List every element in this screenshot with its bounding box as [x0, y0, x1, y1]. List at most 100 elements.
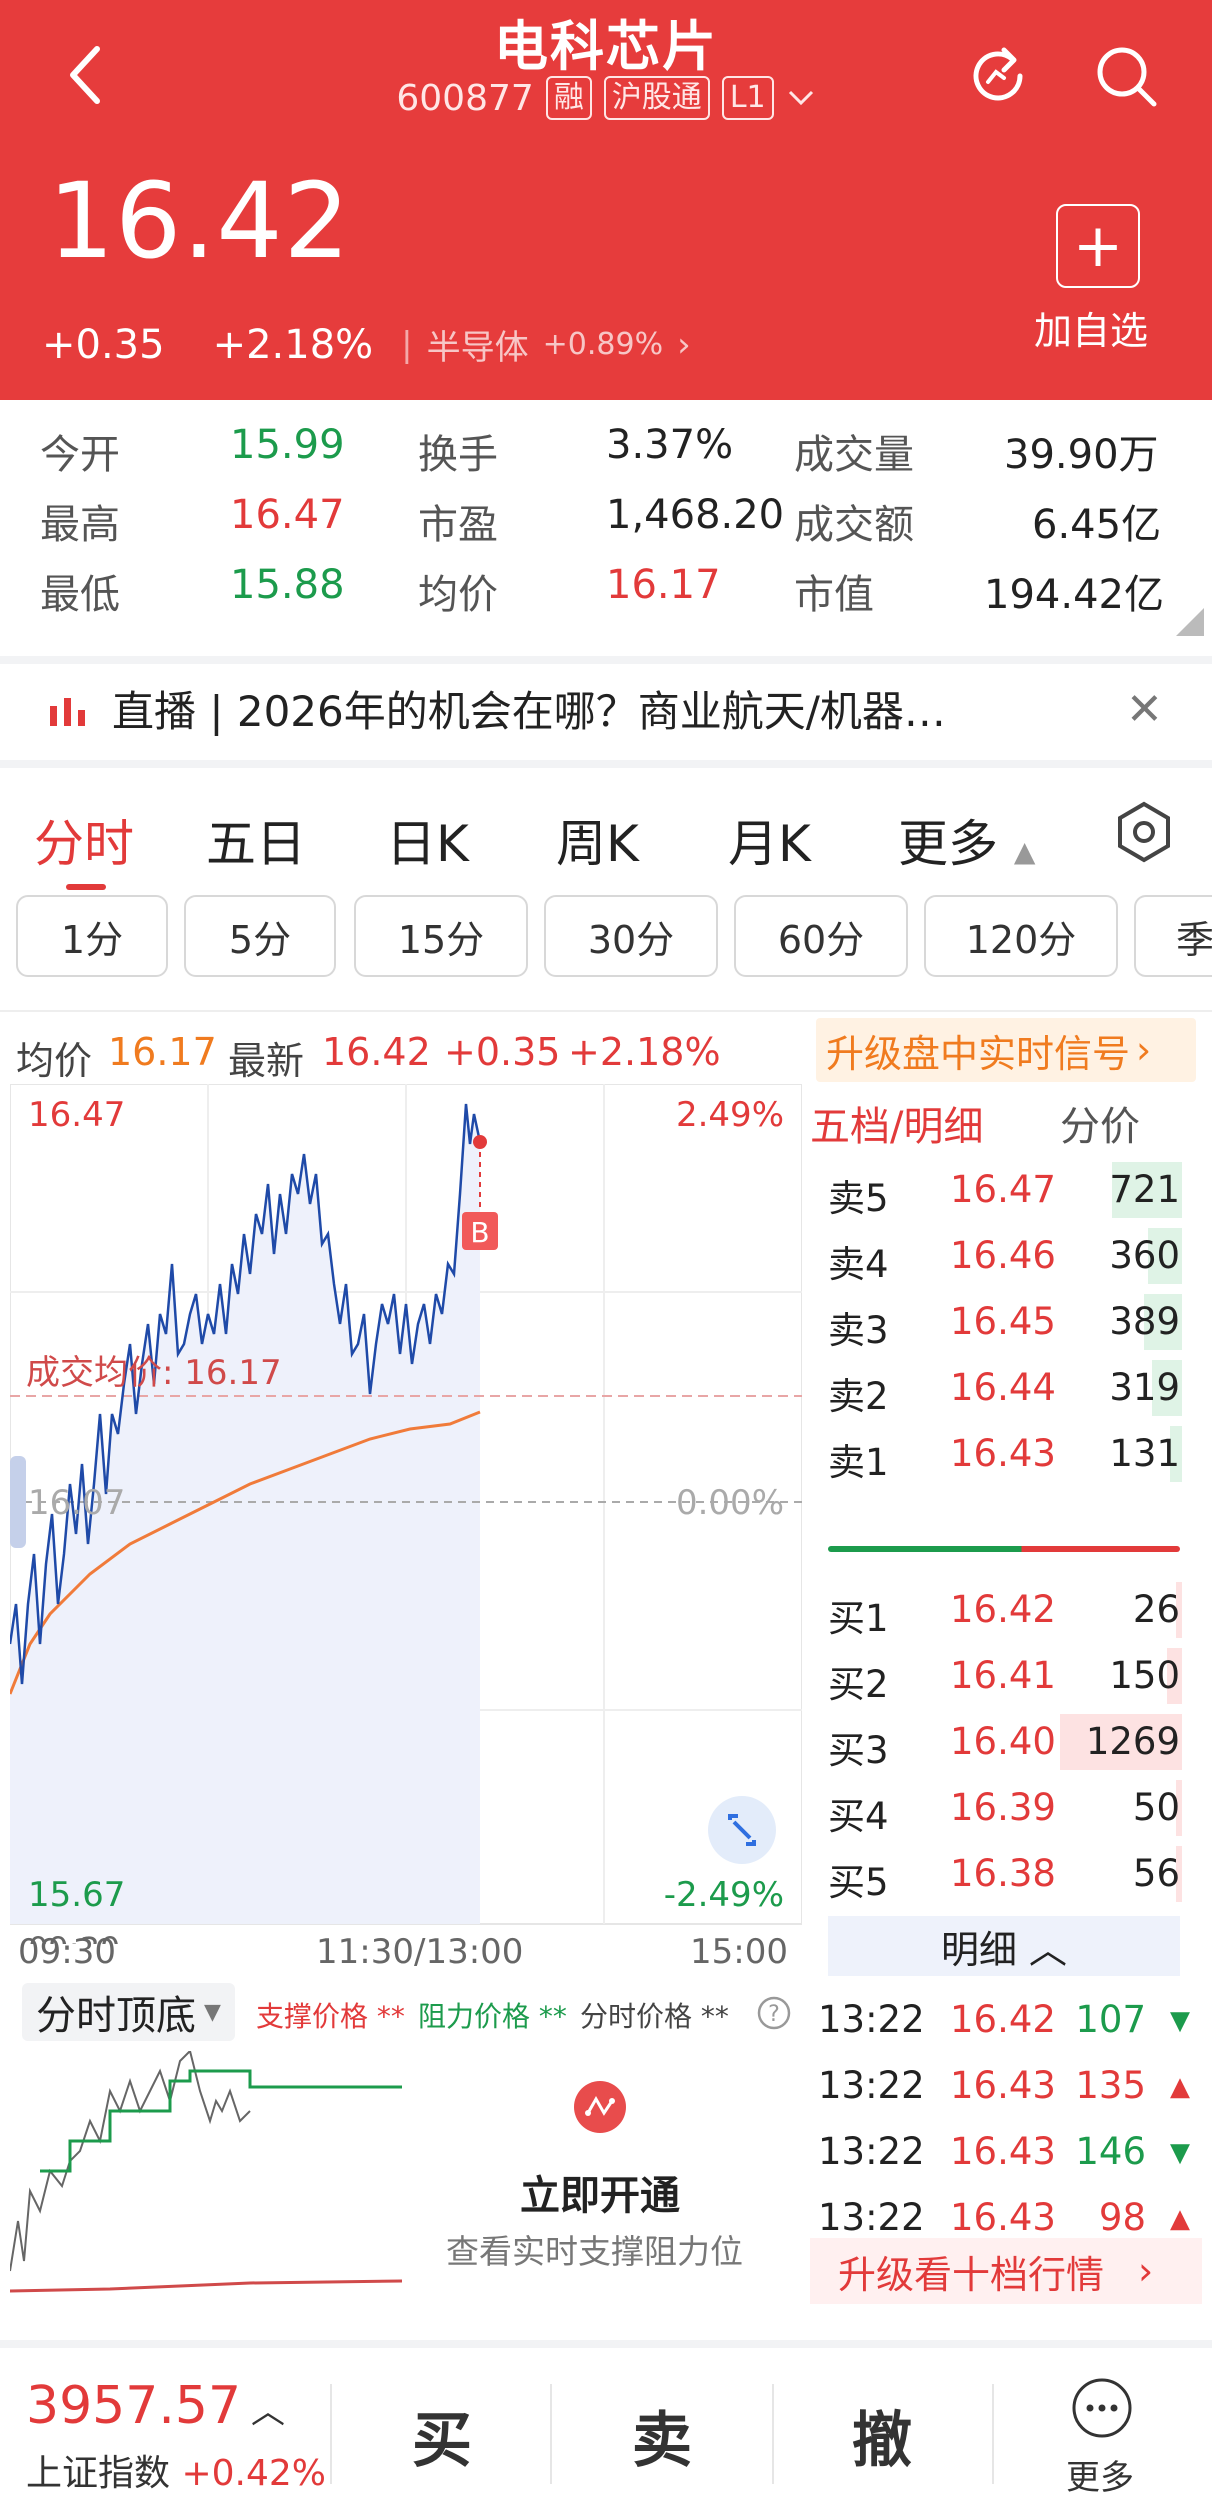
drag-handle [10, 1456, 26, 1548]
order-label: 卖4 [828, 1243, 889, 1286]
avg-line-label: 成交均价: 16.17 [26, 1353, 282, 1393]
arrow-up-icon: ▲ [1170, 2072, 1190, 2102]
period-15min[interactable]: 15分 [354, 895, 528, 977]
buy-button[interactable]: 买 [412, 2392, 472, 2479]
stat-label: 最高 [40, 502, 120, 548]
tick-price: 16.42 [950, 1998, 1056, 2041]
stock-code: 600877 [396, 77, 534, 119]
period-1min[interactable]: 1分 [16, 895, 168, 977]
tab-more[interactable]: 更多 ▲ [898, 804, 1035, 876]
order-qty: 50 [1132, 1786, 1180, 1829]
latest-change: +0.35 [444, 1030, 561, 1074]
bid-row[interactable]: 买3 16.40 1269 [810, 1712, 1190, 1772]
tick-time: 13:22 [818, 2196, 925, 2239]
indicator-select[interactable]: 分时顶底 ▼ [22, 1983, 235, 2041]
order-label: 卖3 [828, 1309, 889, 1352]
stat-label: 今开 [40, 432, 120, 478]
bid-row[interactable]: 买5 16.38 56 [810, 1844, 1190, 1904]
tick-row: 13:22 16.43 135 ▲ [810, 2056, 1190, 2116]
close-icon[interactable]: ✕ [1126, 684, 1163, 735]
chevron-down-icon[interactable] [786, 88, 816, 108]
latest-value: 16.42 [322, 1030, 431, 1074]
stat-value: 15.88 [230, 562, 345, 608]
divider [992, 2384, 994, 2484]
index-value[interactable]: 3957.57 ︿ [26, 2376, 285, 2436]
order-label: 买5 [828, 1861, 889, 1904]
order-price: 16.44 [950, 1366, 1056, 1409]
pct-bottom-label: -2.49% [664, 1875, 784, 1915]
intraday-chart-svg: B 16.47 16.07 15.67 2.49% 0.00% -2.49% 成… [10, 1084, 802, 1944]
settings-icon[interactable] [1112, 800, 1176, 864]
more-icon[interactable] [1070, 2376, 1134, 2440]
pct-mid-label: 0.00% [676, 1483, 784, 1523]
period-120min[interactable]: 120分 [924, 895, 1118, 977]
upgrade-ten-level-button[interactable]: 升级看十档行情 › [810, 2238, 1202, 2304]
sector-link[interactable]: | 半导体 +0.89% › [401, 320, 691, 369]
tick-time: 13:22 [818, 2130, 925, 2173]
period-quarter[interactable]: 季 [1134, 895, 1212, 977]
search-icon[interactable] [1086, 36, 1166, 116]
intraday-chart[interactable]: B 16.47 16.07 15.67 2.49% 0.00% -2.49% 成… [10, 1084, 802, 1972]
indicator-select-label: 分时顶底 [36, 1993, 196, 2039]
live-news-banner[interactable]: 直播 | 2026年的机会在哪？商业航天/机器… ✕ [0, 656, 1212, 752]
unlock-icon [574, 2081, 626, 2133]
intraday-info-line: 均价 16.17 最新 16.42 +0.35 +2.18% 升级盘中实时信号 › [0, 1010, 1212, 1083]
bid-row[interactable]: 买2 16.41 150 [810, 1646, 1190, 1706]
book-tab-five-level[interactable]: 五档/明细 [810, 1094, 983, 1152]
hk-connect-tag: 沪股通 [603, 76, 710, 120]
sell-button[interactable]: 卖 [632, 2392, 692, 2479]
book-tab-price-dist[interactable]: 分价 [1060, 1094, 1140, 1152]
stat-label: 市盈 [418, 502, 498, 548]
more-label[interactable]: 更多 [1066, 2450, 1134, 2499]
tab-five-day[interactable]: 五日 [206, 804, 306, 876]
avg-label: 均价 [16, 1039, 93, 1083]
order-label: 卖1 [828, 1441, 889, 1484]
refresh-icon[interactable] [958, 36, 1038, 116]
cancel-order-button[interactable]: 撤 [852, 2392, 912, 2479]
upgrade-signal-label: 升级盘中实时信号 [826, 1031, 1131, 1076]
stat-label: 换手 [418, 432, 498, 478]
order-price: 16.47 [950, 1168, 1056, 1211]
period-30min[interactable]: 30分 [544, 895, 718, 977]
order-price: 16.41 [950, 1654, 1056, 1697]
order-qty: 389 [1109, 1300, 1180, 1343]
bid-row[interactable]: 买1 16.42 26 [810, 1580, 1190, 1640]
order-label: 买1 [828, 1597, 889, 1640]
expand-corner-icon[interactable] [1176, 608, 1204, 636]
tab-daily-k[interactable]: 日K [386, 804, 469, 876]
active-tab-indicator [66, 884, 106, 890]
price-change: +0.35 [42, 321, 165, 368]
ask-row[interactable]: 卖2 16.44 319 [810, 1358, 1190, 1418]
help-icon[interactable]: ? [756, 1995, 792, 2031]
order-qty: 150 [1109, 1654, 1180, 1697]
order-label: 买2 [828, 1663, 889, 1706]
tick-time: 13:22 [818, 2064, 925, 2107]
indicator-panel: 分时顶底 ▼ 支撑价格 ** 阻力价格 ** 分时价格 ** ? 立即开通 查看… [0, 1975, 810, 2335]
x-start-time: 09:30 [18, 1932, 116, 1972]
order-label: 卖5 [828, 1177, 889, 1220]
tab-monthly-k[interactable]: 月K [728, 804, 811, 876]
ask-row[interactable]: 卖5 16.47 721 [810, 1160, 1190, 1220]
ask-row[interactable]: 卖1 16.43 131 [810, 1424, 1190, 1484]
news-text[interactable]: 直播 | 2026年的机会在哪？商业航天/机器… [112, 678, 1062, 739]
period-5min[interactable]: 5分 [184, 895, 336, 977]
ask-row[interactable]: 卖3 16.45 389 [810, 1292, 1190, 1352]
ask-row[interactable]: 卖4 16.46 360 [810, 1226, 1190, 1286]
stat-label: 均价 [418, 572, 498, 618]
tick-vol: 146 [1075, 2130, 1146, 2173]
tab-weekly-k[interactable]: 周K [556, 804, 639, 876]
tab-intraday[interactable]: 分时 [34, 804, 134, 876]
detail-toggle[interactable]: 明细 ︿ [828, 1916, 1180, 1976]
add-watchlist-label[interactable]: 加自选 [1034, 300, 1148, 355]
order-qty: 131 [1109, 1432, 1180, 1475]
stat-value: 6.45亿 [1032, 502, 1162, 548]
bid-row[interactable]: 买4 16.39 50 [810, 1778, 1190, 1838]
stat-value: 39.90万 [1004, 432, 1159, 478]
order-qty: 360 [1109, 1234, 1180, 1277]
unlock-title[interactable]: 立即开通 [520, 2163, 680, 2221]
index-pct: +0.42% [181, 2453, 326, 2494]
period-60min[interactable]: 60分 [734, 895, 908, 977]
live-icon [50, 698, 85, 726]
upgrade-signal-button[interactable]: 升级盘中实时信号 › [816, 1018, 1196, 1082]
add-watchlist-button[interactable]: + [1056, 204, 1140, 288]
